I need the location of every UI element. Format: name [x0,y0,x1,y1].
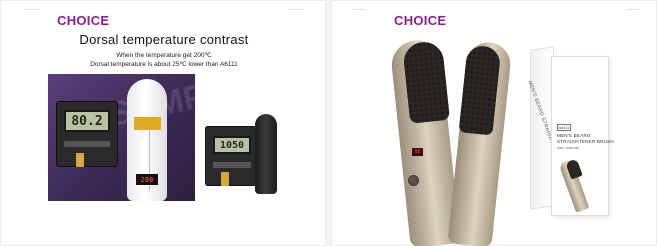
thermometer-reading: 1050 [213,136,251,154]
thermometer-photo: SAMPLE 80.2 200 [48,74,195,201]
device-label [213,162,251,168]
black-brush-icon [255,114,277,194]
comparison-photo: 1050 [195,74,291,201]
image-subline: When the temperature get 200℃ [116,52,212,59]
product-image-card-temperature[interactable]: CHOICE Dorsal temperature contrast When … [0,0,326,246]
thermometer-device: 80.2 [56,101,118,167]
image-subline: Dorsal temperature is about 25℃ lower th… [90,61,238,68]
thermometer-device: 1050 [205,126,257,186]
device-label [64,141,110,147]
divider [25,9,39,10]
brand-logo: CHOICE [57,13,110,28]
brush-temperature-display: 200 [136,174,158,185]
power-button-icon [409,176,418,185]
probe-connector-icon [76,153,84,167]
package-logo: A6111 [557,124,571,131]
brush-temperature-display: 88 [412,148,423,156]
thermometer-reading: 80.2 [64,110,110,132]
thermal-tape [134,117,161,130]
image-headline: Dorsal temperature contrast [79,32,249,47]
probe-connector-icon [221,172,229,186]
package-title: MEN'S BEARD STRAIGHTENER BRUSH user manu… [557,133,614,151]
package-title-line: user manual [557,146,579,150]
divider [289,9,303,10]
divider [352,9,366,10]
brand-logo: CHOICE [394,13,447,28]
divider [626,9,640,10]
